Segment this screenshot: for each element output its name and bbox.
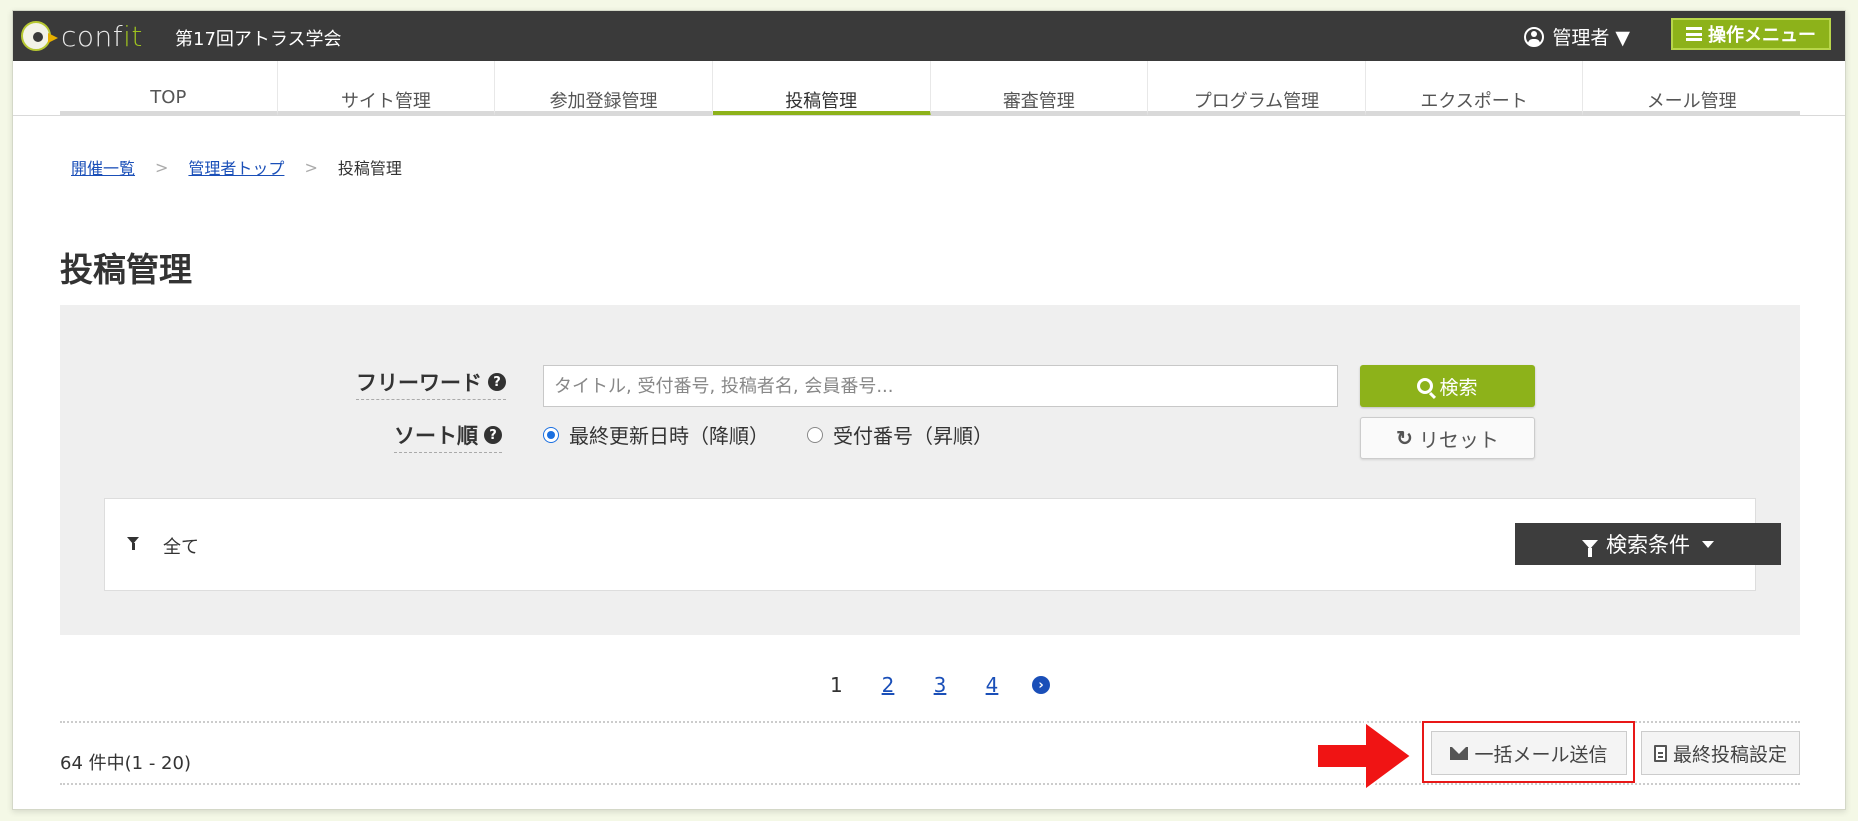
admin-label: 管理者 ▼	[1552, 27, 1630, 49]
tab-submission-management[interactable]: 投稿管理	[712, 61, 931, 116]
conference-title: 第17回アトラス学会	[175, 29, 342, 50]
app-frame: confit 第17回アトラス学会 管理者 ▼ 操作メニュー TOP サイト管理…	[12, 10, 1846, 810]
radio-checked-icon	[543, 426, 559, 443]
search-icon	[1417, 378, 1434, 394]
logo-bird-icon	[21, 21, 58, 51]
hamburger-icon	[1686, 27, 1702, 41]
search-panel: フリーワード ? 検索 ソート順 ? 最終更新日時（降順） 受付番号（昇順） ↻…	[60, 305, 1800, 635]
divider	[60, 783, 1800, 785]
top-bar: confit 第17回アトラス学会 管理者 ▼ 操作メニュー	[13, 11, 1845, 61]
final-submission-settings-button[interactable]: 最終投稿設定	[1641, 731, 1800, 775]
tab-review-management[interactable]: 審査管理	[930, 61, 1149, 116]
page-title: 投稿管理	[60, 250, 192, 289]
confit-logo[interactable]: confit	[21, 19, 143, 53]
breadcrumb-separator: >	[304, 157, 318, 177]
free-word-search-input[interactable]	[543, 365, 1338, 407]
free-word-label: フリーワード ?	[356, 367, 506, 400]
logo-text: confit	[61, 19, 143, 53]
user-circle-icon	[1524, 26, 1545, 47]
tab-registration-management[interactable]: 参加登録管理	[495, 61, 713, 116]
sort-order-label: ソート順 ?	[394, 420, 502, 453]
bulk-mail-send-button[interactable]: 一括メール送信	[1431, 731, 1627, 775]
breadcrumb-separator: >	[155, 157, 169, 177]
tab-program-management[interactable]: プログラム管理	[1148, 61, 1366, 116]
breadcrumb-current: 投稿管理	[337, 159, 402, 178]
breadcrumb-event-list[interactable]: 開催一覧	[71, 155, 135, 179]
breadcrumb: 開催一覧 > 管理者トップ > 投稿管理	[71, 155, 402, 179]
caret-down-icon	[1702, 540, 1714, 548]
page-link[interactable]: 3	[914, 673, 966, 697]
reset-button[interactable]: ↻ リセット	[1360, 417, 1535, 459]
filter-icon	[127, 537, 139, 550]
pagination: 1 2 3 4 ›	[830, 673, 1050, 697]
sort-by-receipt-number-radio[interactable]: 受付番号（昇順）	[807, 420, 993, 449]
filter-status-text: 全て	[163, 537, 199, 558]
operations-menu-label: 操作メニュー	[1708, 25, 1816, 46]
help-icon[interactable]: ?	[484, 426, 502, 444]
tab-top[interactable]: TOP	[60, 61, 278, 116]
envelope-icon	[1450, 746, 1469, 760]
page-link[interactable]: 2	[862, 673, 914, 697]
result-count: 64 件中(1 - 20)	[60, 753, 191, 774]
sort-order-radio-group: 最終更新日時（降順） 受付番号（昇順）	[543, 420, 1031, 449]
red-arrow-annotation-icon	[1316, 720, 1413, 792]
refresh-icon: ↻	[1396, 427, 1413, 450]
admin-user-menu[interactable]: 管理者 ▼	[1524, 23, 1630, 50]
breadcrumb-admin-top[interactable]: 管理者トップ	[188, 155, 284, 179]
operations-menu-button[interactable]: 操作メニュー	[1671, 18, 1831, 50]
page-link[interactable]: 4	[966, 673, 1018, 697]
tabs-divider	[13, 115, 1845, 116]
next-page-icon[interactable]: ›	[1032, 676, 1050, 694]
filter-summary-box: 全て 検索条件	[104, 498, 1781, 591]
filter-icon	[1582, 539, 1598, 557]
search-conditions-button[interactable]: 検索条件	[1515, 523, 1781, 565]
search-button[interactable]: 検索	[1360, 365, 1535, 407]
tab-site-management[interactable]: サイト管理	[277, 61, 496, 116]
sort-by-last-updated-radio[interactable]: 最終更新日時（降順）	[543, 420, 769, 449]
tab-mail-management[interactable]: メール管理	[1583, 61, 1800, 116]
page-current: 1	[830, 673, 843, 697]
tab-export[interactable]: エクスポート	[1365, 61, 1584, 116]
main-nav-tabs: TOP サイト管理 参加登録管理 投稿管理 審査管理 プログラム管理 エクスポー…	[60, 61, 1800, 116]
radio-unchecked-icon	[807, 426, 823, 443]
document-icon	[1653, 744, 1667, 762]
help-icon[interactable]: ?	[488, 373, 506, 391]
